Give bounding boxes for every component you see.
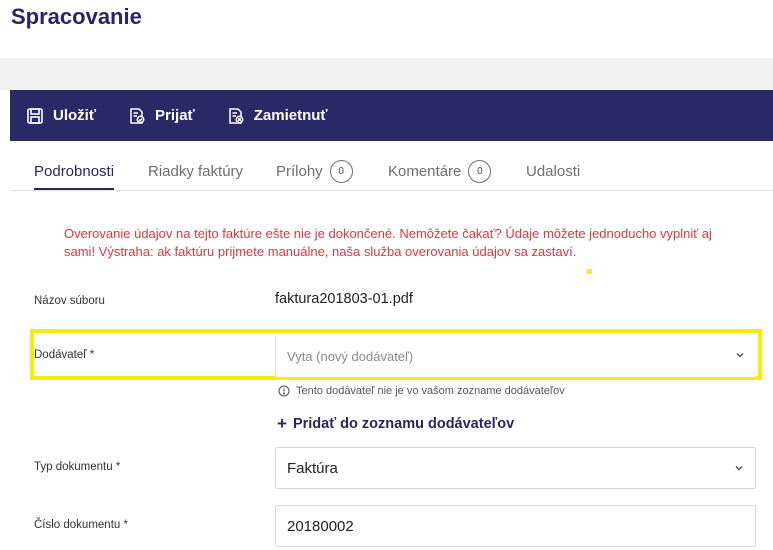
tab-events[interactable]: Udalosti bbox=[526, 163, 580, 180]
marker-dot bbox=[587, 269, 592, 274]
tab-comments[interactable]: Komentáre 0 bbox=[388, 160, 492, 183]
page-title: Spracovanie bbox=[11, 4, 142, 29]
action-toolbar: Uložiť Prijať Zamietnuť bbox=[10, 90, 773, 141]
doc-number-label: Číslo dokumentu * bbox=[34, 519, 128, 531]
supplier-note-text: Tento dodávateľ nie je vo vašom zozname … bbox=[296, 385, 565, 397]
chevron-down-icon bbox=[735, 465, 743, 471]
accept-button[interactable]: Prijať bbox=[128, 107, 195, 125]
doc-type-select[interactable]: Faktúra bbox=[275, 447, 756, 489]
supplier-label: Dodávateľ * bbox=[34, 349, 95, 361]
save-button[interactable]: Uložiť bbox=[26, 107, 96, 125]
document-reject-icon bbox=[228, 107, 244, 124]
tab-attachments[interactable]: Prílohy 0 bbox=[276, 160, 353, 183]
tab-label: Komentáre bbox=[388, 163, 462, 180]
reject-button[interactable]: Zamietnuť bbox=[227, 107, 328, 125]
doc-type-value: Faktúra bbox=[287, 459, 338, 477]
chevron-down-icon bbox=[736, 352, 744, 358]
reject-label: Zamietnuť bbox=[253, 107, 328, 124]
attachments-count-badge: 0 bbox=[329, 160, 353, 183]
plus-icon: + bbox=[277, 414, 287, 433]
save-icon bbox=[27, 107, 43, 124]
accept-label: Prijať bbox=[155, 107, 195, 124]
document-check-icon bbox=[130, 107, 145, 124]
supplier-note: Tento dodávateľ nie je vo vašom zozname … bbox=[278, 385, 565, 397]
add-supplier-link[interactable]: + Pridať do zoznamu dodávateľov bbox=[277, 414, 514, 434]
tab-details[interactable]: Podrobnosti bbox=[34, 163, 115, 190]
file-name-label: Názov súboru bbox=[34, 295, 105, 307]
tab-label: Udalosti bbox=[526, 163, 581, 180]
tab-bar: Podrobnosti Riadky faktúry Prílohy 0 Kom… bbox=[10, 141, 773, 191]
tab-invoice-lines[interactable]: Riadky faktúry bbox=[148, 163, 243, 180]
header-band bbox=[0, 58, 773, 90]
doc-number-input[interactable]: 20180002 bbox=[275, 505, 756, 547]
tab-label: Podrobnosti bbox=[34, 163, 115, 180]
tab-label: Riadky faktúry bbox=[148, 163, 244, 180]
tab-label: Prílohy bbox=[276, 163, 323, 180]
supplier-select[interactable]: Vyta (nový dodávateľ) bbox=[275, 335, 756, 377]
validation-warning: Overovanie údajov na tejto faktúre ešte … bbox=[64, 226, 712, 259]
info-icon bbox=[278, 385, 290, 397]
save-label: Uložiť bbox=[53, 107, 97, 124]
doc-number-value: 20180002 bbox=[287, 517, 354, 535]
supplier-placeholder: Vyta (nový dodávateľ) bbox=[287, 348, 414, 364]
file-name-value: faktura201803-01.pdf bbox=[275, 291, 413, 307]
details-panel: Podrobnosti Riadky faktúry Prílohy 0 Kom… bbox=[10, 141, 773, 550]
add-supplier-label: Pridať do zoznamu dodávateľov bbox=[292, 416, 515, 432]
doc-type-label: Typ dokumentu * bbox=[34, 461, 121, 473]
comments-count-badge: 0 bbox=[468, 160, 492, 183]
